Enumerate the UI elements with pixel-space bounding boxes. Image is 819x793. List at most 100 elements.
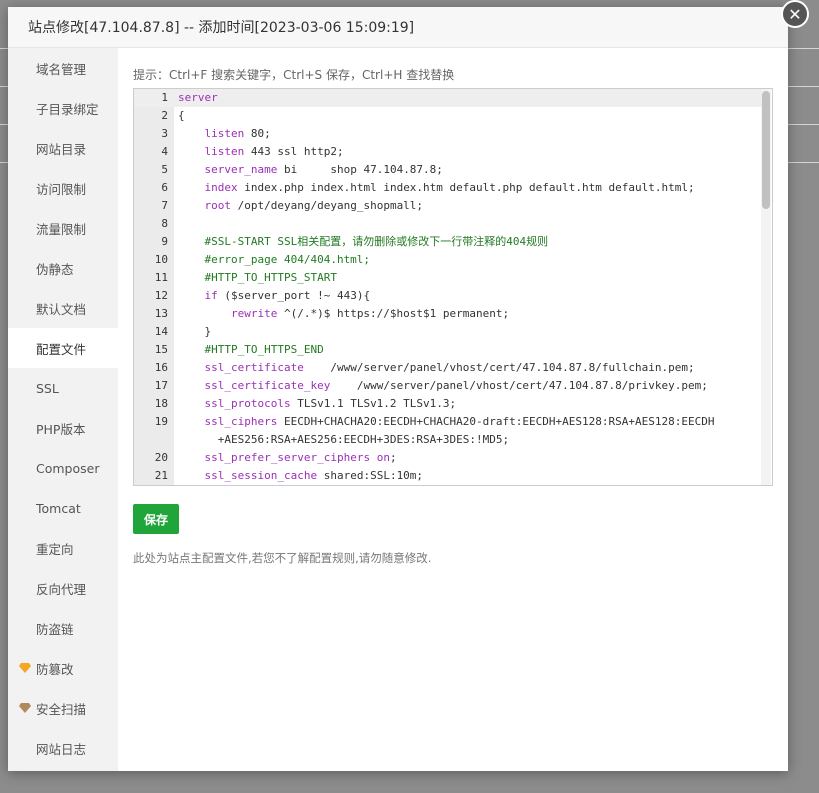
code-text: ssl_certificate_key /www/server/panel/vh… — [204, 379, 708, 392]
code-line: 11 #HTTP_TO_HTTPS_START — [134, 269, 762, 287]
sidebar-item[interactable]: 伪静态 — [8, 248, 118, 288]
sidebar-item[interactable]: 防盗链 — [8, 608, 118, 648]
line-number: 11 — [154, 271, 168, 284]
scrollbar-thumb[interactable] — [762, 91, 770, 209]
code-text: +AES256:RSA+AES256:EECDH+3DES:RSA+3DES:!… — [178, 433, 510, 446]
line-number: 19 — [154, 415, 168, 428]
code-text: index index.php index.html index.htm def… — [204, 181, 695, 194]
config-panel: 提示：Ctrl+F 搜索关键字，Ctrl+S 保存，Ctrl+H 查找替换 1s… — [133, 48, 773, 565]
line-number: 21 — [154, 469, 168, 482]
sidebar-item-label: 反向代理 — [36, 581, 87, 597]
modal-header: 站点修改[47.104.87.8] -- 添加时间[2023-03-06 15:… — [8, 7, 788, 48]
code-line: 4 listen 443 ssl http2; — [134, 143, 762, 161]
code-text: server_name bi shop 47.104.87.8; — [204, 163, 443, 176]
close-button[interactable]: ✕ — [781, 0, 809, 28]
code-line: 1 server — [134, 89, 762, 107]
code-text: #SSL-START SSL相关配置，请勿删除或修改下一行带注释的404规则 — [178, 235, 549, 248]
line-number: 20 — [154, 451, 168, 464]
code-line: 21 ssl_session_cache shared:SSL:10m; — [134, 467, 762, 485]
sidebar-item-label: PHP版本 — [36, 421, 86, 437]
bronze-gem-icon — [19, 703, 31, 713]
line-number: 15 — [154, 343, 168, 356]
code-text: #HTTP_TO_HTTPS_END — [178, 343, 324, 356]
sidebar-item-label: 防篡改 — [36, 661, 74, 677]
code-line: 16 ssl_certificate /www/server/panel/vho… — [134, 359, 762, 377]
code-line: 10 #error_page 404/404.html; — [134, 251, 762, 269]
sidebar-item-label: 配置文件 — [36, 341, 87, 357]
code-line: 2{ — [134, 107, 762, 125]
line-number: 7 — [161, 199, 168, 212]
code-line: 14 } — [134, 323, 762, 341]
code-line: 15 #HTTP_TO_HTTPS_END — [134, 341, 762, 359]
code-line: 19 ssl_ciphers EECDH+CHACHA20:EECDH+CHAC… — [134, 413, 762, 431]
line-number: 13 — [154, 307, 168, 320]
sidebar-item-label: 默认文档 — [36, 301, 87, 317]
sidebar-item[interactable]: 网站日志 — [8, 728, 118, 768]
code-line: 9 #SSL-START SSL相关配置，请勿删除或修改下一行带注释的404规则 — [134, 233, 762, 251]
code-text: #error_page 404/404.html; — [178, 253, 371, 266]
sidebar-item-label: 域名管理 — [36, 61, 87, 77]
code-line: 8 — [134, 215, 762, 233]
sidebar-item[interactable]: 域名管理 — [8, 48, 118, 88]
sidebar-item[interactable]: 配置文件 — [8, 328, 118, 368]
sidebar-item[interactable]: 访问限制 — [8, 168, 118, 208]
code-line: 7 root /opt/deyang/deyang_shopmall; — [134, 197, 762, 215]
sidebar-item[interactable]: 子目录绑定 — [8, 88, 118, 128]
sidebar-item[interactable]: 默认文档 — [8, 288, 118, 328]
code-line: 3 listen 80; — [134, 125, 762, 143]
sidebar-item-label: SSL — [36, 380, 59, 396]
code-text: server — [178, 91, 218, 104]
sidebar-item[interactable]: 防篡改 — [8, 648, 118, 688]
modal-title: 站点修改[47.104.87.8] -- 添加时间[2023-03-06 15:… — [28, 20, 415, 36]
code-text: ssl_protocols TLSv1.1 TLSv1.2 TLSv1.3; — [204, 397, 457, 410]
sidebar-item[interactable]: PHP版本 — [8, 408, 118, 448]
config-code-editor[interactable]: 1 server 2{3 listen 80; 4 listen 443 ssl ht… — [133, 88, 773, 486]
sidebar-item[interactable]: SSL — [8, 368, 118, 408]
line-number: 9 — [161, 235, 168, 248]
code-line: +AES256:RSA+AES256:EECDH+3DES:RSA+3DES:!… — [134, 431, 762, 449]
sidebar-item[interactable]: Tomcat — [8, 488, 118, 528]
code-text: } — [178, 325, 212, 338]
sidebar-item-label: 防盗链 — [36, 621, 74, 637]
line-number: 12 — [154, 289, 168, 302]
code-line: 13 rewrite ^(/.*)$ https://$host$1 perma… — [134, 305, 762, 323]
sidebar-item-label: 安全扫描 — [36, 701, 87, 717]
site-edit-modal: 站点修改[47.104.87.8] -- 添加时间[2023-03-06 15:… — [8, 0, 809, 771]
sidebar-item-label: 网站目录 — [36, 141, 87, 157]
code-text: { — [178, 109, 185, 122]
line-number: 6 — [161, 181, 168, 194]
code-text: ssl_session_cache shared:SSL:10m; — [204, 469, 424, 482]
code-line: 12 if ($server_port !~ 443){ — [134, 287, 762, 305]
code-text: ssl_certificate /www/server/panel/vhost/… — [204, 361, 695, 374]
close-icon: ✕ — [788, 4, 802, 24]
line-number: 2 — [161, 109, 168, 122]
sidebar-item-label: 流量限制 — [36, 221, 87, 237]
line-number: 16 — [154, 361, 168, 374]
code-line: 17 ssl_certificate_key /www/server/panel… — [134, 377, 762, 395]
sidebar-item-label: 子目录绑定 — [36, 101, 99, 117]
code-text: root /opt/deyang/deyang_shopmall; — [204, 199, 424, 212]
editor-scrollbar[interactable] — [761, 89, 771, 485]
line-number: 4 — [161, 145, 168, 158]
sidebar-item-label: Tomcat — [36, 500, 81, 516]
sidebar-item[interactable]: 流量限制 — [8, 208, 118, 248]
sidebar-item-label: 访问限制 — [36, 181, 87, 197]
sidebar-item[interactable]: 安全扫描 — [8, 688, 118, 728]
line-number: 10 — [154, 253, 168, 266]
line-number: 14 — [154, 325, 168, 338]
line-number: 3 — [161, 127, 168, 140]
shortcut-hint: 提示：Ctrl+F 搜索关键字，Ctrl+S 保存，Ctrl+H 查找替换 — [133, 68, 455, 82]
sidebar-item[interactable]: 反向代理 — [8, 568, 118, 608]
code-text: rewrite ^(/.*)$ https://$host$1 permanen… — [230, 307, 510, 320]
line-number: 17 — [154, 379, 168, 392]
sidebar-item[interactable]: 重定向 — [8, 528, 118, 568]
save-button[interactable]: 保存 — [133, 504, 179, 534]
sidebar-item[interactable]: Composer — [8, 448, 118, 488]
code-text: #HTTP_TO_HTTPS_START — [178, 271, 337, 284]
sidebar-item[interactable]: 网站目录 — [8, 128, 118, 168]
code-line: 18 ssl_protocols TLSv1.1 TLSv1.2 TLSv1.3… — [134, 395, 762, 413]
code-line: 5 server_name bi shop 47.104.87.8; — [134, 161, 762, 179]
code-line: 6 index index.php index.html index.htm d… — [134, 179, 762, 197]
code-line: 20 ssl_prefer_server_ciphers on; — [134, 449, 762, 467]
config-warning-note: 此处为站点主配置文件,若您不了解配置规则,请勿随意修改. — [133, 551, 432, 565]
